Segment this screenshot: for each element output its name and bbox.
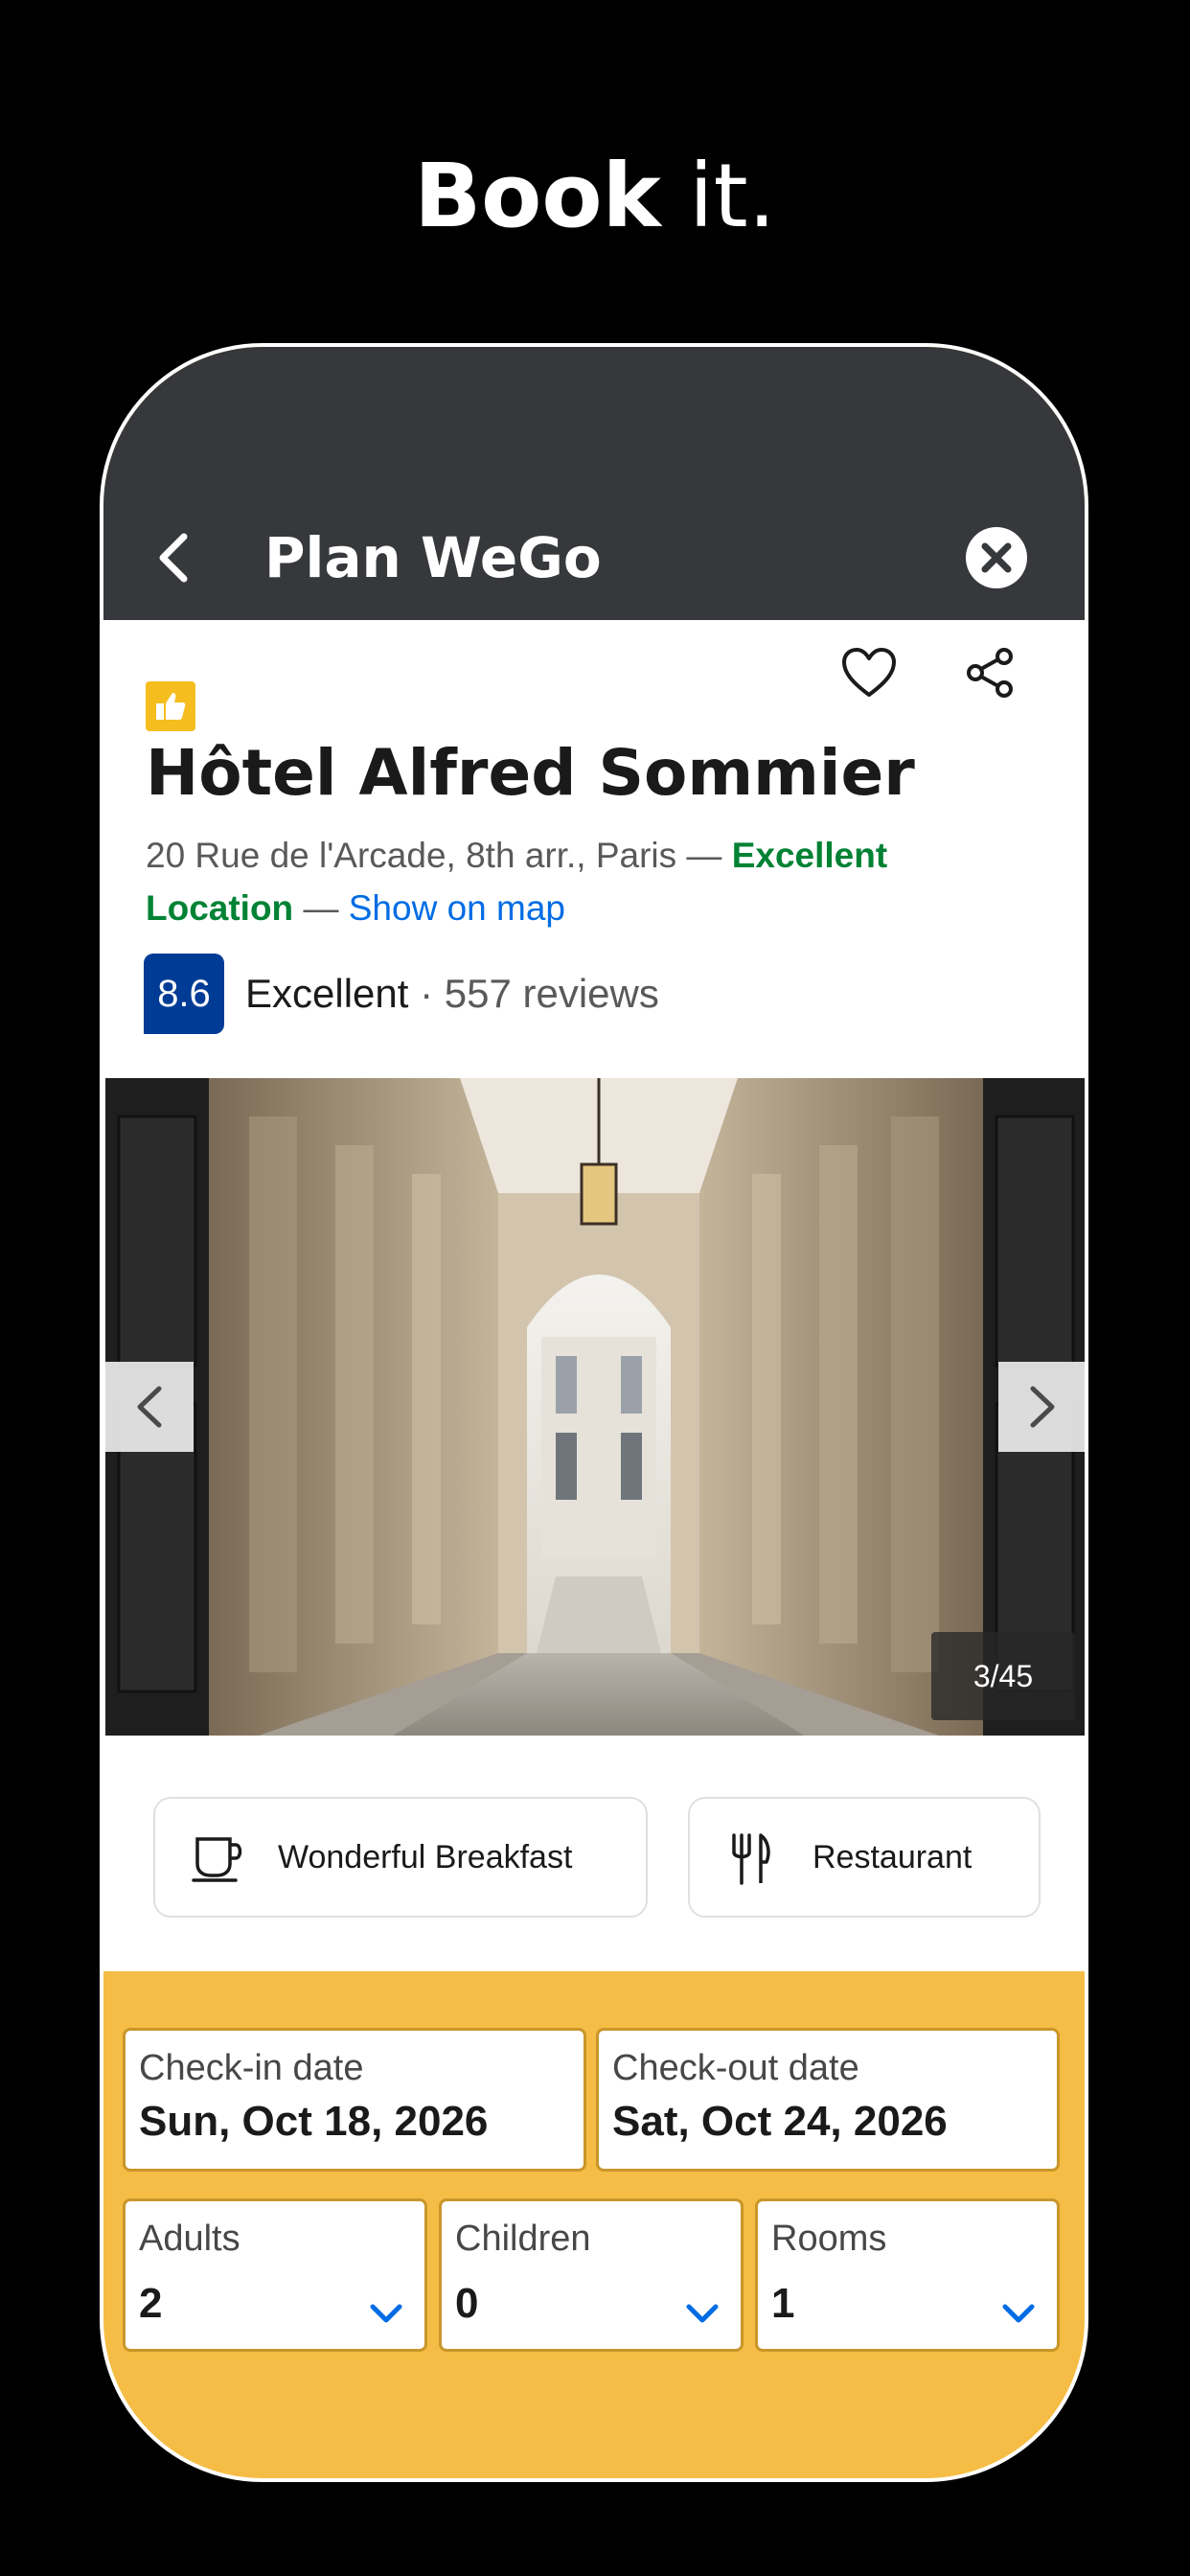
rating-word: Excellent xyxy=(245,971,409,1016)
phone-frame: Plan WeGo Hôtel Alfred Sommier 20 Rue de… xyxy=(100,343,1088,2482)
hotel-address: 20 Rue de l'Arcade, 8th arr., Paris — Ex… xyxy=(146,829,1008,934)
rating-summary[interactable]: Excellent · 557 reviews xyxy=(245,963,659,1024)
show-on-map-link[interactable]: Show on map xyxy=(349,888,565,928)
chevron-down-icon xyxy=(370,2304,402,2323)
gallery-next-button[interactable] xyxy=(998,1362,1085,1452)
checkout-value: Sat, Oct 24, 2026 xyxy=(612,2098,948,2145)
headline-bold: Book xyxy=(414,145,661,247)
rooms-value: 1 xyxy=(771,2280,795,2327)
children-select[interactable]: Children 0 xyxy=(439,2198,744,2352)
adults-label: Adults xyxy=(139,2219,240,2259)
gallery-prev-button[interactable] xyxy=(105,1362,194,1452)
chevron-down-icon xyxy=(686,2304,719,2323)
chevron-right-icon xyxy=(1030,1386,1055,1428)
adults-select[interactable]: Adults 2 xyxy=(123,2198,427,2352)
back-arrow-icon[interactable] xyxy=(151,529,199,586)
chevron-down-icon xyxy=(1002,2304,1035,2323)
checkout-label: Check-out date xyxy=(612,2048,859,2088)
rooms-select[interactable]: Rooms 1 xyxy=(755,2198,1060,2352)
facility-label-breakfast: Wonderful Breakfast xyxy=(278,1839,573,1875)
top-bar: Plan WeGo xyxy=(103,347,1085,620)
facility-label-restaurant: Restaurant xyxy=(812,1839,973,1875)
thumbs-up-icon xyxy=(156,693,186,720)
hotel-name: Hôtel Alfred Sommier xyxy=(146,736,915,810)
separator: — xyxy=(293,888,349,928)
checkin-label: Check-in date xyxy=(139,2048,364,2088)
score-badge: 8.6 xyxy=(144,954,224,1034)
page-title: Plan WeGo xyxy=(264,525,602,590)
facility-chip-breakfast[interactable]: Wonderful Breakfast xyxy=(153,1797,648,1918)
facility-chip-restaurant[interactable]: Restaurant xyxy=(688,1797,1041,1918)
children-value: 0 xyxy=(455,2280,479,2327)
search-panel: Check-in date Sun, Oct 18, 2026 Check-ou… xyxy=(103,1972,1085,2478)
headline-light: it. xyxy=(689,145,776,247)
checkout-date-field[interactable]: Check-out date Sat, Oct 24, 2026 xyxy=(596,2028,1060,2172)
hotel-content: Hôtel Alfred Sommier 20 Rue de l'Arcade,… xyxy=(103,620,1085,1971)
photo-counter: 3/45 xyxy=(931,1632,1075,1720)
fork-knife-icon xyxy=(732,1833,770,1885)
share-icon[interactable] xyxy=(964,647,1016,699)
rooms-label: Rooms xyxy=(771,2219,887,2259)
checkin-date-field[interactable]: Check-in date Sun, Oct 18, 2026 xyxy=(123,2028,586,2172)
review-count: · 557 reviews xyxy=(408,971,659,1016)
photo-gallery[interactable]: 3/45 xyxy=(105,1078,1085,1736)
headline: Book it. xyxy=(0,144,1190,249)
chevron-left-icon xyxy=(137,1386,162,1428)
adults-value: 2 xyxy=(139,2280,163,2327)
close-icon[interactable] xyxy=(966,527,1027,588)
children-label: Children xyxy=(455,2219,591,2259)
heart-icon[interactable] xyxy=(841,647,897,699)
thumbs-up-badge xyxy=(146,681,195,731)
address-text: 20 Rue de l'Arcade, 8th arr., Paris — xyxy=(146,836,732,875)
checkin-value: Sun, Oct 18, 2026 xyxy=(139,2098,489,2145)
coffee-cup-icon xyxy=(192,1837,242,1882)
